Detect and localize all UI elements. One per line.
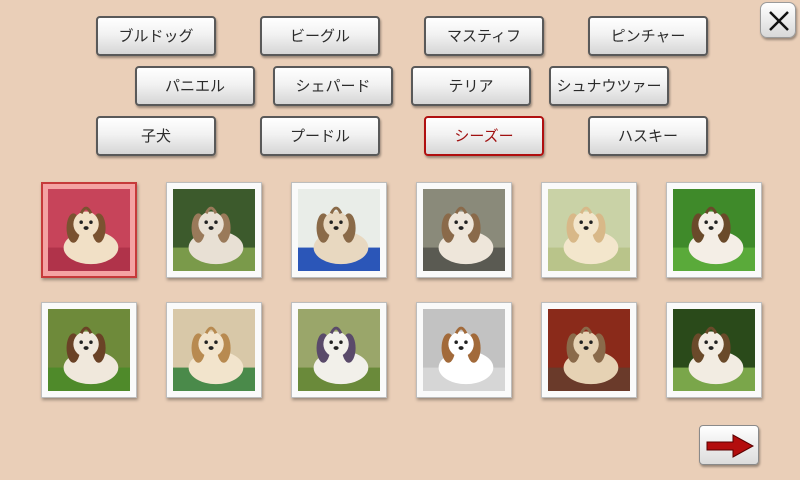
- close-button[interactable]: [760, 2, 796, 38]
- dog-photo-thumbnail[interactable]: [41, 182, 137, 278]
- category-button-shepherd[interactable]: シェパード: [273, 66, 393, 106]
- dog-photo-image: [48, 309, 130, 391]
- dog-photo-thumbnail[interactable]: [166, 302, 262, 398]
- category-button-poodle[interactable]: プードル: [260, 116, 380, 156]
- category-button-beagle[interactable]: ビーグル: [260, 16, 380, 56]
- dog-photo-image: [673, 309, 755, 391]
- close-x-icon: [769, 11, 789, 31]
- category-button-terrier[interactable]: テリア: [411, 66, 531, 106]
- dog-photo-thumbnail[interactable]: [41, 302, 137, 398]
- dog-photo-thumbnail[interactable]: [416, 302, 512, 398]
- dog-photo-thumbnail[interactable]: [666, 302, 762, 398]
- category-button-mastiff[interactable]: マスティフ: [424, 16, 544, 56]
- dog-photo-thumbnail[interactable]: [541, 182, 637, 278]
- dog-photo-image: [548, 309, 630, 391]
- dog-photo-image: [298, 309, 380, 391]
- arrow-right-icon: [706, 434, 755, 458]
- dog-photo-image: [548, 189, 630, 271]
- dog-photo-thumbnail[interactable]: [166, 182, 262, 278]
- dog-photo-image: [48, 189, 130, 271]
- category-button-spaniel[interactable]: パニエル: [135, 66, 255, 106]
- dog-photo-image: [423, 309, 505, 391]
- next-button[interactable]: [699, 425, 759, 465]
- dog-photo-thumbnail[interactable]: [416, 182, 512, 278]
- category-button-bulldog[interactable]: ブルドッグ: [96, 16, 216, 56]
- dog-photo-thumbnail[interactable]: [291, 182, 387, 278]
- dog-photo-image: [173, 309, 255, 391]
- dog-photo-thumbnail[interactable]: [291, 302, 387, 398]
- category-button-pinscher[interactable]: ピンチャー: [588, 16, 708, 56]
- dog-photo-image: [673, 189, 755, 271]
- category-button-schnauzer[interactable]: シュナウツァー: [549, 66, 669, 106]
- dog-photo-image: [173, 189, 255, 271]
- category-button-husky[interactable]: ハスキー: [588, 116, 708, 156]
- dog-photo-thumbnail[interactable]: [666, 182, 762, 278]
- dog-photo-image: [423, 189, 505, 271]
- dog-photo-image: [298, 189, 380, 271]
- category-button-shihtzu[interactable]: シーズー: [424, 116, 544, 156]
- dog-photo-thumbnail[interactable]: [541, 302, 637, 398]
- category-button-puppy[interactable]: 子犬: [96, 116, 216, 156]
